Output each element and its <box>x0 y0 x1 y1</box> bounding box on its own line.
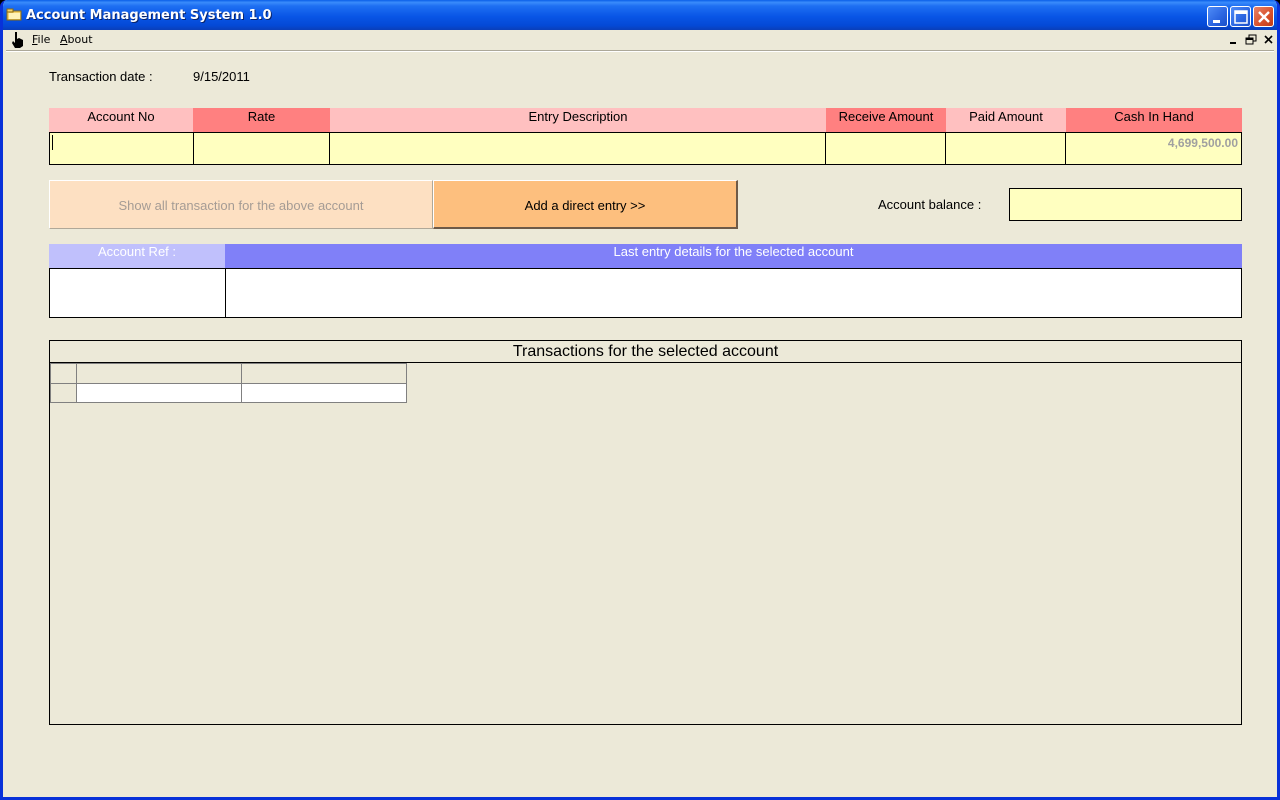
paid-amount-input[interactable] <box>946 132 1066 165</box>
account-balance-label: Account balance : <box>878 197 982 212</box>
rate-input[interactable] <box>194 132 330 165</box>
account-balance-field[interactable] <box>1009 188 1242 221</box>
header-entry-description: Entry Description <box>330 108 826 132</box>
add-direct-entry-button[interactable]: Add a direct entry >> <box>433 180 738 229</box>
title-bar[interactable]: Account Management System 1.0 <box>3 0 1277 30</box>
maximize-button[interactable] <box>1230 6 1251 27</box>
grid-column-header[interactable] <box>241 363 407 384</box>
menu-about[interactable]: About <box>60 33 93 46</box>
transactions-grid-title: Transactions for the selected account <box>50 341 1241 363</box>
account-ref-header: Account Ref : <box>49 244 225 268</box>
window-title: Account Management System 1.0 <box>26 8 272 23</box>
maximize-icon <box>1234 10 1248 24</box>
grid-cell[interactable] <box>241 383 407 403</box>
receive-amount-input[interactable] <box>826 132 946 165</box>
grid-row-header[interactable] <box>50 383 77 403</box>
transaction-date-value: 9/15/2011 <box>193 69 250 84</box>
menu-file[interactable]: File <box>32 33 50 46</box>
cash-in-hand-value: 4,699,500.00 <box>1167 136 1238 150</box>
header-rate: Rate <box>193 108 330 132</box>
grid-corner-cell[interactable] <box>50 363 77 384</box>
cash-in-hand-field: 4,699,500.00 <box>1066 132 1242 165</box>
text-caret <box>52 135 53 150</box>
menu-bar: File About <box>3 30 1277 50</box>
minimize-button[interactable] <box>1207 6 1228 27</box>
show-all-transactions-button[interactable]: Show all transaction for the above accou… <box>49 180 433 229</box>
last-entry-header: Last entry details for the selected acco… <box>225 244 1242 268</box>
folder-app-icon <box>6 8 22 21</box>
header-account-no: Account No <box>49 108 193 132</box>
header-cash-in-hand: Cash In Hand <box>1066 108 1242 132</box>
account-no-input[interactable] <box>49 132 194 165</box>
grid-cell[interactable] <box>76 383 242 403</box>
close-button[interactable] <box>1253 6 1274 27</box>
close-icon <box>1258 11 1270 23</box>
menu-separator <box>6 50 1274 52</box>
entry-description-input[interactable] <box>330 132 826 165</box>
transaction-date-label: Transaction date : <box>49 69 153 84</box>
hand-pointer-icon <box>12 32 23 48</box>
transactions-grid[interactable]: Transactions for the selected account <box>49 340 1242 725</box>
header-receive-amount: Receive Amount <box>826 108 946 132</box>
minimize-icon <box>1213 20 1220 23</box>
child-minimize-icon[interactable] <box>1226 33 1240 47</box>
account-ref-field[interactable] <box>49 268 226 318</box>
header-paid-amount: Paid Amount <box>946 108 1066 132</box>
child-restore-icon[interactable] <box>1244 33 1258 47</box>
child-close-icon[interactable] <box>1262 33 1276 47</box>
app-window: Account Management System 1.0 File About… <box>0 0 1280 800</box>
grid-column-header[interactable] <box>76 363 242 384</box>
last-entry-field[interactable] <box>225 268 1242 318</box>
